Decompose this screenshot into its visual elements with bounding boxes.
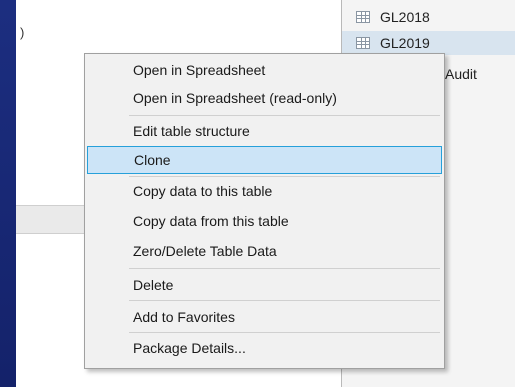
table-icon <box>356 11 370 23</box>
tree-item-label: GL2018 <box>380 9 430 25</box>
tree-item-audit[interactable]: Audit <box>445 66 477 82</box>
menu-separator <box>129 268 440 269</box>
menu-item-clone[interactable]: Clone <box>87 146 442 174</box>
menu-separator <box>129 115 440 116</box>
menu-item-delete[interactable]: Delete <box>85 271 444 299</box>
tree-item-label: GL2019 <box>380 35 430 51</box>
menu-item-add-to-favorites[interactable]: Add to Favorites <box>85 303 444 331</box>
menu-item-zero-delete-table-data[interactable]: Zero/Delete Table Data <box>85 237 444 265</box>
menu-item-package-details[interactable]: Package Details... <box>85 334 444 362</box>
tree-item-gl2018[interactable]: GL2018 <box>356 5 430 29</box>
left-pane-text: ) <box>20 25 25 40</box>
desktop-background <box>0 0 16 387</box>
table-icon <box>356 37 370 49</box>
menu-item-copy-data-to[interactable]: Copy data to this table <box>85 177 444 205</box>
menu-separator <box>129 300 440 301</box>
menu-item-open-in-spreadsheet[interactable]: Open in Spreadsheet <box>85 56 444 84</box>
menu-item-edit-table-structure[interactable]: Edit table structure <box>85 117 444 145</box>
tree-item-gl2019[interactable]: GL2019 <box>342 31 515 55</box>
context-menu: Open in Spreadsheet Open in Spreadsheet … <box>84 53 445 369</box>
menu-item-open-read-only[interactable]: Open in Spreadsheet (read-only) <box>85 84 444 112</box>
menu-separator <box>129 332 440 333</box>
menu-item-copy-data-from[interactable]: Copy data from this table <box>85 207 444 235</box>
